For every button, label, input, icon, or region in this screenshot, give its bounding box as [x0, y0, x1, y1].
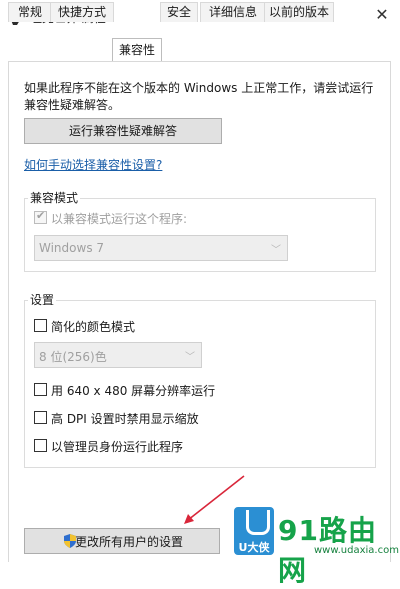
annotation-arrow — [184, 475, 245, 524]
watermark-brand-small: U大侠 — [238, 541, 270, 554]
u-logo-icon — [246, 510, 270, 535]
tab-compatibility[interactable]: 兼容性 — [112, 38, 162, 61]
watermark-url: www.udaxia.com — [314, 545, 399, 556]
watermark: U大侠 91路由网 www.udaxia.com — [232, 505, 400, 587]
watermark-logo: U大侠 — [234, 507, 274, 555]
